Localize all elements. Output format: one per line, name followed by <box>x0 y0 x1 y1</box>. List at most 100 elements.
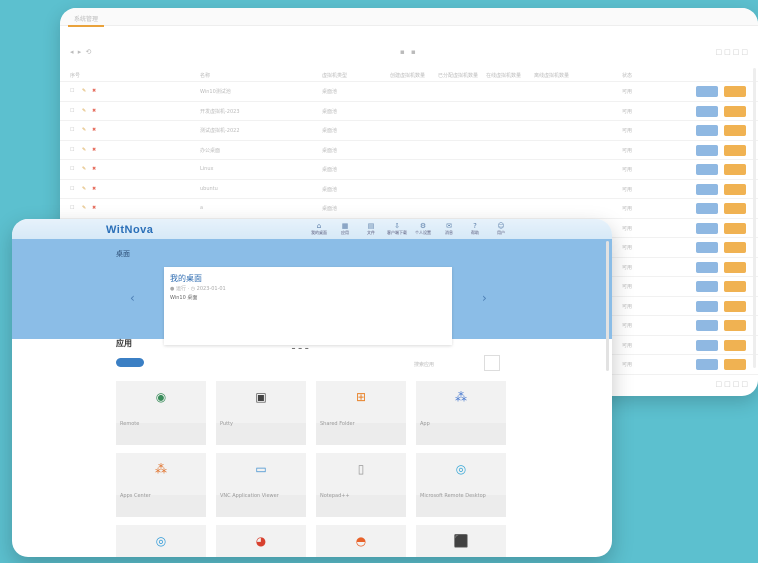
top-nav: ⌂ 我的桌面 ▦ 应用 ▤ 文件 ⇩ 客户端下载 ⚙ 个人设置 ✉ 消息 ? 帮助 ☺ 用户 <box>308 222 512 236</box>
app-tile-label: VNC Application Viewer <box>220 493 279 499</box>
nav-item[interactable]: ⇩ 客户端下载 <box>386 222 408 236</box>
row-action-button[interactable] <box>696 339 718 351</box>
delete-icon[interactable]: ✖ <box>92 205 96 211</box>
row-action-button[interactable] <box>696 261 718 273</box>
delete-icon[interactable]: ✖ <box>92 127 96 133</box>
row-action-button[interactable] <box>696 320 718 331</box>
row-checkbox[interactable]: ☐ <box>70 127 74 133</box>
app-tile[interactable]: ⊞ Shared Folder <box>316 381 406 445</box>
delete-icon[interactable]: ✖ <box>92 166 96 172</box>
edit-icon[interactable]: ✎ <box>82 127 86 133</box>
help-icon: ? <box>473 222 477 230</box>
app-tile[interactable]: ⬛ <box>416 525 506 557</box>
app-tile[interactable]: ▭ VNC Application Viewer <box>216 453 306 517</box>
scrollbar[interactable] <box>753 68 756 368</box>
app-tile[interactable]: ⁂ Apps Center <box>116 453 206 517</box>
row-action-button[interactable] <box>696 203 718 214</box>
prev-arrow-icon[interactable]: ‹ <box>130 291 135 305</box>
nav-item[interactable]: ▦ 应用 <box>334 222 356 236</box>
row-delete-button[interactable] <box>724 320 746 331</box>
row-checkbox[interactable]: ☐ <box>70 88 74 94</box>
edit-icon[interactable]: ✎ <box>82 88 86 94</box>
table-row[interactable]: ☐ ✎ ✖ 开发虚拟机-2023 桌面池 可用 <box>60 102 758 121</box>
tab-bar: 系统管理 <box>60 8 758 27</box>
row-action-button[interactable] <box>696 86 718 97</box>
carousel-dots[interactable]: ━ ━ ━ <box>292 346 309 352</box>
edit-icon[interactable]: ✎ <box>82 186 86 192</box>
toolbar-nav-buttons[interactable]: ◂ ▸ ⟲ <box>70 48 92 56</box>
apps-search-box[interactable] <box>484 355 500 371</box>
table-row[interactable]: ☐ ✎ ✖ 办公桌面 桌面池 可用 <box>60 141 758 160</box>
row-action-button[interactable] <box>696 125 718 136</box>
row-checkbox[interactable]: ☐ <box>70 186 74 192</box>
apps-filter-pill[interactable] <box>116 358 144 367</box>
portal-scrollbar[interactable] <box>606 241 609 371</box>
row-action-button[interactable] <box>696 281 718 292</box>
app-tile[interactable]: ▣ Putty <box>216 381 306 445</box>
app-tile[interactable]: ▯ Notepad++ <box>316 453 406 517</box>
download-icon: ⇩ <box>394 222 400 230</box>
app-tile[interactable]: ◎ Microsoft Remote Desktop <box>416 453 506 517</box>
row-delete-button[interactable] <box>724 164 746 175</box>
edit-icon[interactable]: ✎ <box>82 108 86 114</box>
row-delete-button[interactable] <box>724 125 746 136</box>
row-action-button[interactable] <box>696 183 718 195</box>
row-delete-button[interactable] <box>724 359 746 370</box>
app-tile[interactable]: ◎ <box>116 525 206 557</box>
next-arrow-icon[interactable]: › <box>482 291 487 305</box>
row-action-button[interactable] <box>696 222 718 234</box>
row-delete-button[interactable] <box>724 222 746 234</box>
row-action-button[interactable] <box>696 105 718 117</box>
app-tile[interactable]: ◓ <box>316 525 406 557</box>
row-status: 可用 <box>622 284 633 290</box>
row-delete-button[interactable] <box>724 242 746 253</box>
pagination[interactable]: □□□□ <box>716 380 750 388</box>
row-delete-button[interactable] <box>724 183 746 195</box>
app-tile[interactable]: ⁂ App <box>416 381 506 445</box>
tab-system-management[interactable]: 系统管理 <box>68 12 105 27</box>
table-row[interactable]: ☐ ✎ ✖ Win10测试池 桌面池 可用 <box>60 82 758 102</box>
nav-item[interactable]: ▤ 文件 <box>360 222 382 236</box>
row-delete-button[interactable] <box>724 105 746 117</box>
app-tile[interactable]: ◕ <box>216 525 306 557</box>
table-row[interactable]: ☐ ✎ ✖ 测试虚拟机-2022 桌面池 可用 <box>60 121 758 141</box>
row-action-button[interactable] <box>696 144 718 156</box>
nav-item[interactable]: ✉ 消息 <box>438 222 460 236</box>
row-action-button[interactable] <box>696 300 718 312</box>
row-action-button[interactable] <box>696 242 718 253</box>
app-tile[interactable]: ◉ Remote <box>116 381 206 445</box>
row-checkbox[interactable]: ☐ <box>70 166 74 172</box>
row-delete-button[interactable] <box>724 203 746 214</box>
delete-icon[interactable]: ✖ <box>92 88 96 94</box>
edit-icon[interactable]: ✎ <box>82 205 86 211</box>
row-checkbox[interactable]: ☐ <box>70 108 74 114</box>
row-action-button[interactable] <box>696 164 718 175</box>
nav-item[interactable]: ⚙ 个人设置 <box>412 222 434 236</box>
row-action-button[interactable] <box>696 359 718 370</box>
row-delete-button[interactable] <box>724 144 746 156</box>
header-created: 创建虚拟机数量 <box>390 73 426 79</box>
edit-icon[interactable]: ✎ <box>82 166 86 172</box>
edit-icon[interactable]: ✎ <box>82 147 86 153</box>
nav-item[interactable]: ? 帮助 <box>464 222 486 236</box>
row-delete-button[interactable] <box>724 339 746 351</box>
app-tile-label: App <box>420 421 430 427</box>
nav-item[interactable]: ⌂ 我的桌面 <box>308 222 330 236</box>
row-delete-button[interactable] <box>724 261 746 273</box>
delete-icon[interactable]: ✖ <box>92 108 96 114</box>
row-delete-button[interactable] <box>724 281 746 292</box>
nav-item[interactable]: ☺ 用户 <box>490 222 512 236</box>
row-checkbox[interactable]: ☐ <box>70 205 74 211</box>
toolbar-right-buttons[interactable]: □□□□ <box>716 48 750 56</box>
row-delete-button[interactable] <box>724 300 746 312</box>
desktop-card[interactable]: 我的桌面 ● 运行 · ◷ 2023-01-01 Win10 桌面 <box>164 267 452 345</box>
delete-icon[interactable]: ✖ <box>92 147 96 153</box>
row-checkbox[interactable]: ☐ <box>70 147 74 153</box>
table-row[interactable]: ☐ ✎ ✖ ubuntu 桌面池 可用 <box>60 180 758 199</box>
table-row[interactable]: ☐ ✎ ✖ Linux 桌面池 可用 <box>60 160 758 180</box>
table-row[interactable]: ☐ ✎ ✖ a 桌面池 可用 <box>60 199 758 219</box>
toolbar-controls[interactable]: ▪ ▪ <box>400 48 418 56</box>
row-type: 桌面池 <box>322 89 338 95</box>
delete-icon[interactable]: ✖ <box>92 186 96 192</box>
row-delete-button[interactable] <box>724 86 746 97</box>
